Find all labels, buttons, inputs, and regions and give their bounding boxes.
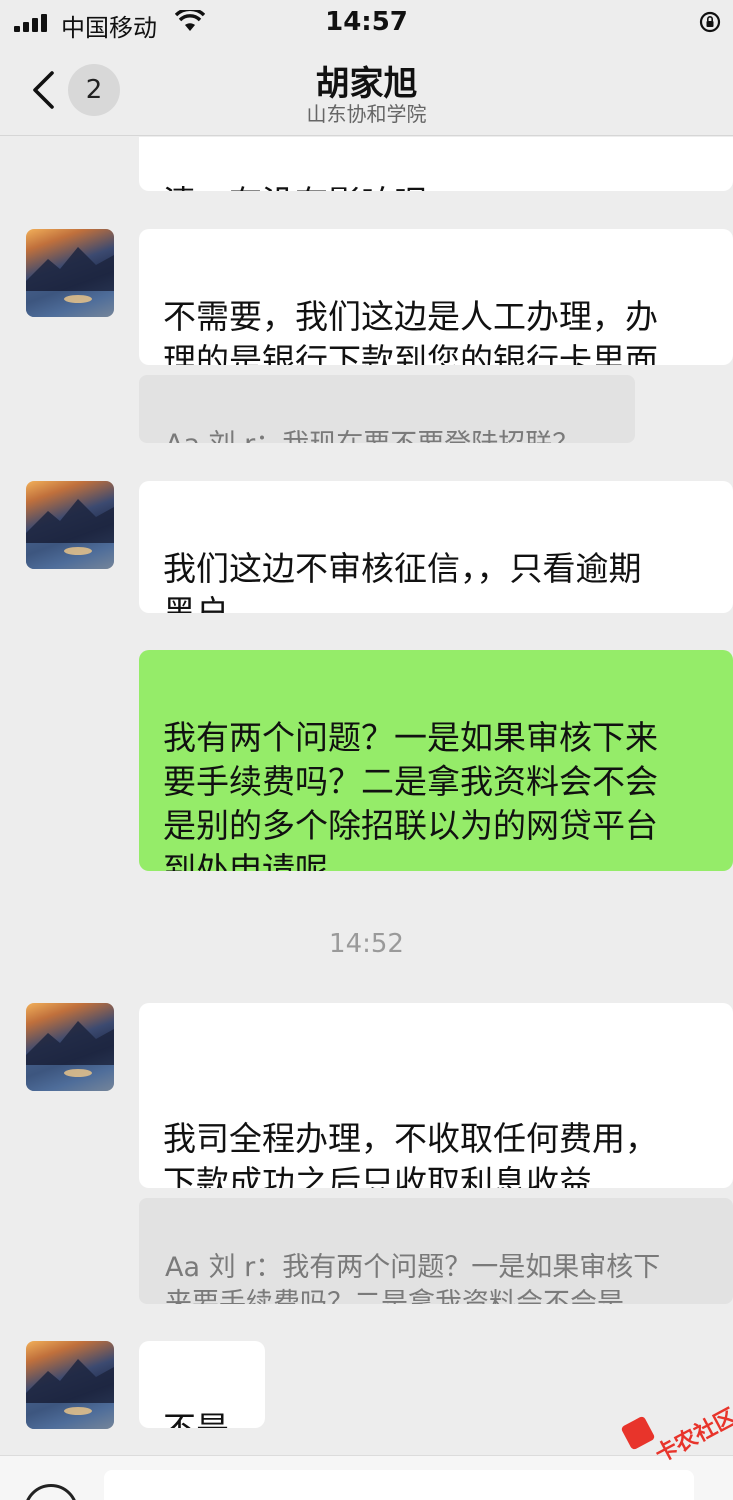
message-text: 我司全程办理，不收取任何费用， 下款成功之后只收取利息收益: [163, 1119, 658, 1188]
message-text: 我们这边不审核征信，，只看逾期 黑户: [163, 549, 642, 613]
chat-subtitle: 山东协和学院: [306, 102, 427, 126]
message-bubble-outgoing[interactable]: 我有两个问题？一是如果审核下来 要手续费吗？二是拿我资料会不会 是别的多个除招联…: [139, 650, 733, 871]
message-bubble-incoming[interactable]: 不需要，我们这边是人工办理，办 理的是银行下款到您的银行卡里面: [139, 229, 733, 365]
voice-input-icon[interactable]: [24, 1484, 78, 1500]
time-divider: 14:52: [329, 929, 404, 959]
avatar[interactable]: [26, 229, 114, 317]
message-list[interactable]: 清，有没有影响呢 不需要，我们这边是人工办理，办 理的是银行下款到您的银行卡里面…: [0, 137, 733, 1455]
message-bubble-incoming[interactable]: 我们这边不审核征信，，只看逾期 黑户: [139, 481, 733, 613]
quoted-message-text: Aa 刘 r：我现在要不要登陆招联？: [165, 429, 579, 443]
status-bar: 中国移动 14:57: [0, 0, 733, 44]
message-text: 我有两个问题？一是如果审核下来 要手续费吗？二是拿我资料会不会 是别的多个除招联…: [163, 718, 658, 871]
message-bubble-incoming[interactable]: 清，有没有影响呢: [139, 137, 733, 191]
message-text: 不是: [163, 1409, 229, 1428]
watermark-logo: 卡农社区: [620, 1405, 733, 1468]
message-text: 清，有没有影响呢: [163, 183, 427, 191]
quoted-message-text: Aa 刘 r：我有两个问题？一是如果审核下 来要手续费吗？二是拿我资料会不会是…: [165, 1252, 661, 1304]
avatar-landscape-image: [26, 1359, 114, 1429]
message-text: 不需要，我们这边是人工办理，办 理的是银行下款到您的银行卡里面: [163, 297, 658, 365]
avatar-landscape-image: [26, 499, 114, 569]
avatar-landscape-image: [26, 1021, 114, 1091]
avatar[interactable]: [26, 481, 114, 569]
message-input[interactable]: [104, 1470, 694, 1500]
message-bubble-incoming[interactable]: 不是: [139, 1341, 265, 1428]
input-bar: [0, 1455, 733, 1500]
message-bubble-incoming[interactable]: 我司全程办理，不收取任何费用， 下款成功之后只收取利息收益: [139, 1003, 733, 1188]
avatar-landscape-image: [26, 247, 114, 317]
status-time: 14:57: [325, 7, 408, 37]
quoted-message[interactable]: Aa 刘 r：我现在要不要登陆招联？: [139, 375, 635, 443]
chat-header: 2 胡家旭 山东协和学院: [0, 44, 733, 136]
orientation-lock-icon: [699, 11, 721, 33]
avatar[interactable]: [26, 1341, 114, 1429]
quoted-message[interactable]: Aa 刘 r：我有两个问题？一是如果审核下 来要手续费吗？二是拿我资料会不会是…: [139, 1198, 733, 1304]
avatar[interactable]: [26, 1003, 114, 1091]
